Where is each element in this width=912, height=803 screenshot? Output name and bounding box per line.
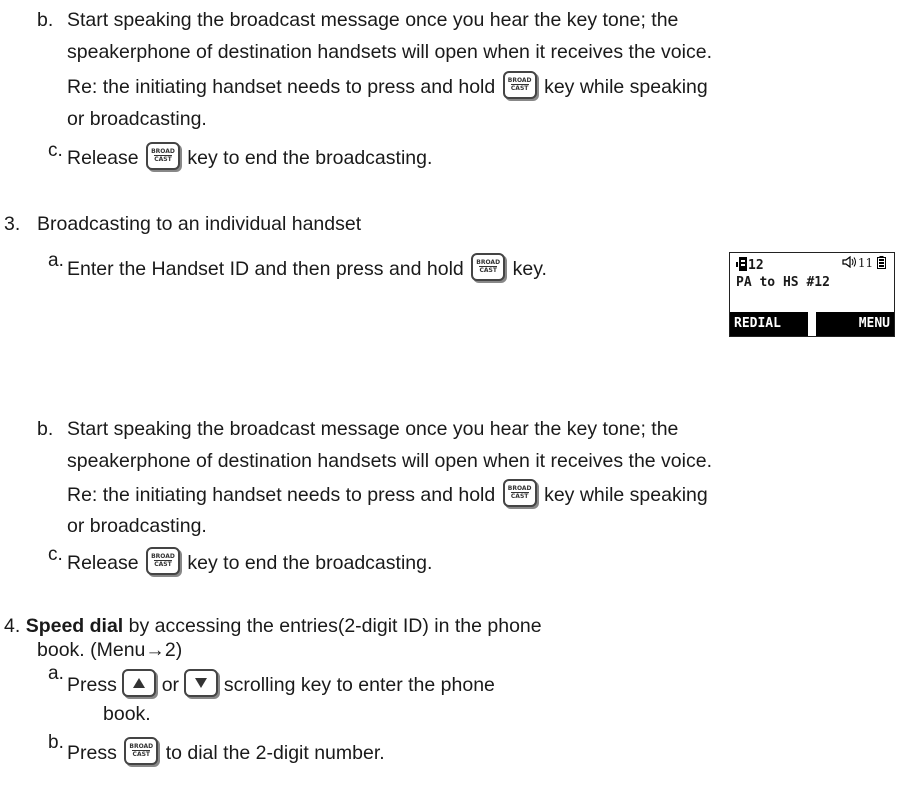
speed-dial-term: Speed dial xyxy=(25,615,124,637)
broadcast-key-icon: BROAD CAST xyxy=(502,71,537,99)
down-arrow-key-icon xyxy=(184,669,219,697)
item-b-label: b. xyxy=(37,9,54,31)
handset-lcd-display: 12 11 PA to HS #12 REDIAL MENU xyxy=(729,252,895,337)
item-c-label: c. xyxy=(48,140,63,161)
broadcast-key-icon: BROAD CAST xyxy=(145,547,180,575)
softkey-redial: REDIAL xyxy=(730,312,808,336)
paragraph-line: book. (Menu→2) xyxy=(37,639,183,661)
paragraph-line: Release BROAD CAST key to end the broadca… xyxy=(67,142,432,173)
up-arrow-key-icon xyxy=(122,669,157,697)
paragraph-line: Re: the initiating handset needs to pres… xyxy=(67,479,708,510)
broadcast-key-icon: BROAD CAST xyxy=(502,479,537,507)
item-a-label: a. xyxy=(48,663,64,684)
broadcast-key-icon: BROAD CAST xyxy=(471,253,506,281)
lcd-handset-line: 12 xyxy=(736,257,764,273)
speaker-volume-icon xyxy=(842,255,856,269)
paragraph-line: Re: the initiating handset needs to pres… xyxy=(67,71,708,102)
item-a-label: a. xyxy=(48,250,64,271)
paragraph-line: Release BROAD CAST key to end the broadca… xyxy=(67,547,432,578)
section-4-number: 4. xyxy=(4,615,21,637)
paragraph-line: Enter the Handset ID and then press and … xyxy=(67,253,547,284)
lcd-status-area: 11 xyxy=(842,255,886,270)
paragraph-line: speakerphone of destination handsets wil… xyxy=(67,450,712,472)
softkey-menu: MENU xyxy=(816,312,894,336)
section-3-title: Broadcasting to an individual handset xyxy=(37,213,362,235)
broadcast-key-icon: BROAD CAST xyxy=(124,737,159,765)
broadcast-key-icon: BROAD CAST xyxy=(145,142,180,170)
paragraph-line: Press BROAD CAST to dial the 2-digit numb… xyxy=(67,737,385,768)
lcd-message-line: PA to HS #12 xyxy=(736,275,830,290)
battery-icon xyxy=(877,256,886,269)
antenna-signal-icon xyxy=(736,257,747,271)
section-3-number: 3. xyxy=(4,213,21,235)
paragraph-line: speakerphone of destination handsets wil… xyxy=(67,41,712,63)
paragraph-line: Start speaking the broadcast message onc… xyxy=(67,418,679,440)
item-b-label: b. xyxy=(37,418,54,440)
section-4-heading: 4. Speed dial by accessing the entries(2… xyxy=(4,615,542,637)
paragraph-line: or broadcasting. xyxy=(67,108,207,130)
item-b-label: b. xyxy=(48,732,64,753)
paragraph-line: or broadcasting. xyxy=(67,515,207,537)
paragraph-line: Start speaking the broadcast message onc… xyxy=(67,9,679,31)
paragraph-line: Press or scrolling key to enter the phon… xyxy=(67,669,495,700)
item-c-label: c. xyxy=(48,544,63,565)
paragraph-line: book. xyxy=(103,703,151,725)
